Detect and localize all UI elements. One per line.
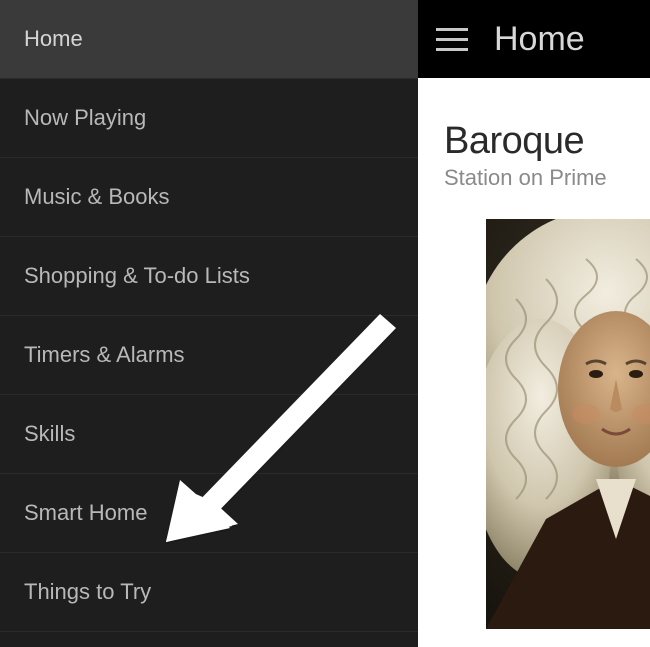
sidebar-item-label: Timers & Alarms (24, 342, 185, 367)
now-playing-subtitle: Station on Prime (444, 165, 624, 191)
hamburger-icon[interactable] (436, 23, 468, 55)
sidebar-item-shopping-todo[interactable]: Shopping & To-do Lists (0, 237, 418, 316)
sidebar-menu: Home Now Playing Music & Books Shopping … (0, 0, 418, 647)
content-area: Baroque Station on Prime (418, 78, 650, 647)
sidebar-item-now-playing[interactable]: Now Playing (0, 79, 418, 158)
sidebar-item-label: Shopping & To-do Lists (24, 263, 250, 288)
sidebar-item-label: Home (24, 26, 83, 51)
sidebar-item-label: Things to Try (24, 579, 151, 604)
sidebar-item-timers-alarms[interactable]: Timers & Alarms (0, 316, 418, 395)
sidebar-item-label: Skills (24, 421, 75, 446)
page-title: Home (494, 20, 585, 59)
now-playing-title: Baroque (444, 120, 624, 163)
app-container: Home Now Playing Music & Books Shopping … (0, 0, 650, 647)
sidebar-item-home[interactable]: Home (0, 0, 418, 79)
sidebar-item-skills[interactable]: Skills (0, 395, 418, 474)
main-panel: Home Baroque Station on Prime (418, 0, 650, 647)
sidebar-item-music-books[interactable]: Music & Books (0, 158, 418, 237)
header-bar: Home (418, 0, 650, 78)
sidebar-item-label: Music & Books (24, 184, 170, 209)
sidebar-item-label: Smart Home (24, 500, 147, 525)
sidebar-item-label: Now Playing (24, 105, 146, 130)
album-art (486, 219, 650, 629)
sidebar-item-things-to-try[interactable]: Things to Try (0, 553, 418, 632)
sidebar-item-smart-home[interactable]: Smart Home (0, 474, 418, 553)
